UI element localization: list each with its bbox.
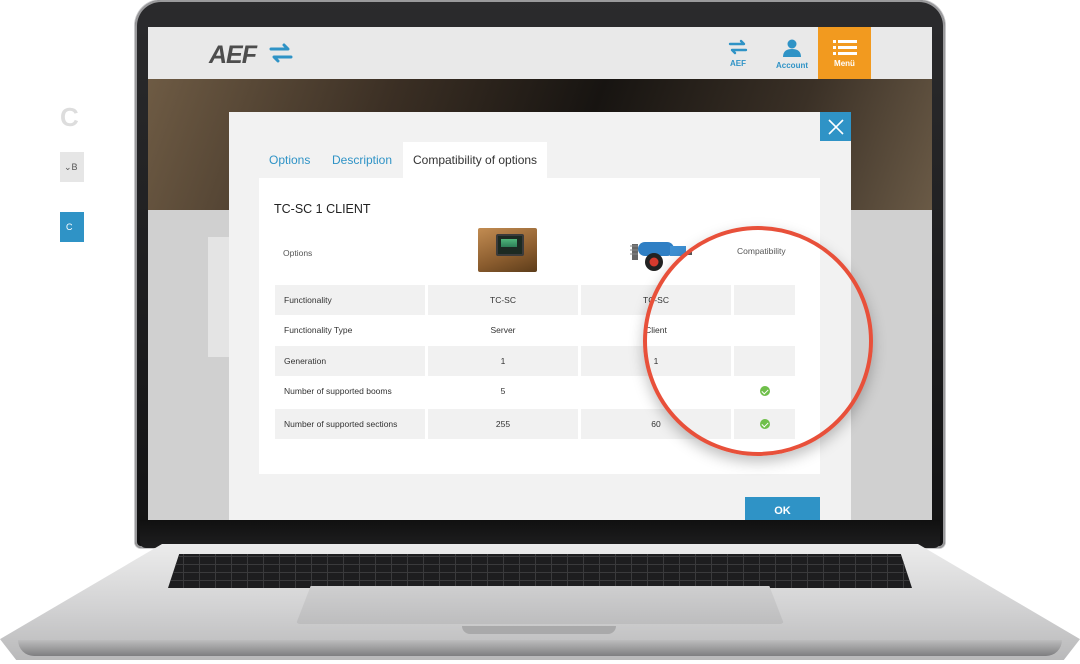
nav-account[interactable]: Account bbox=[768, 27, 816, 79]
logo[interactable]: AEF bbox=[209, 41, 257, 70]
highlight-circle bbox=[643, 226, 873, 456]
row-left-value: TC-SC bbox=[428, 285, 578, 315]
nav-menu-label: Menü bbox=[834, 59, 855, 68]
trackpad bbox=[296, 586, 784, 624]
nav-aef[interactable]: AEF bbox=[714, 27, 762, 79]
row-left-value: 5 bbox=[500, 386, 506, 396]
hamburger-icon bbox=[832, 40, 857, 55]
breadcrumb[interactable]: ⌄B bbox=[60, 152, 84, 182]
logo-swap-icon bbox=[269, 43, 293, 63]
column-header-options: Options bbox=[283, 248, 313, 258]
row-label: Number of supported booms bbox=[284, 386, 392, 396]
terminal-device-image bbox=[478, 228, 537, 272]
breadcrumb-text: B bbox=[71, 162, 78, 172]
nav-account-label: Account bbox=[776, 61, 808, 70]
terminal-screen bbox=[496, 234, 524, 256]
user-icon bbox=[783, 39, 801, 57]
close-icon bbox=[827, 119, 844, 135]
nav-aef-label: AEF bbox=[730, 59, 746, 68]
laptop-front-notch bbox=[462, 626, 616, 634]
row-left-value: 255 bbox=[428, 409, 578, 439]
panel-title: TC-SC 1 CLIENT bbox=[274, 202, 371, 216]
site-header: AEF AEF Account Menü bbox=[148, 27, 932, 79]
row-left-value: Server bbox=[490, 325, 516, 335]
tab-description[interactable]: Description bbox=[322, 142, 402, 178]
tab-compatibility-of-options[interactable]: Compatibility of options bbox=[403, 142, 548, 178]
content-bar-left[interactable]: C bbox=[60, 212, 84, 242]
nav-menu[interactable]: Menü bbox=[818, 27, 871, 79]
row-left-value: 1 bbox=[428, 346, 578, 376]
keyboard bbox=[168, 554, 912, 588]
row-label: Functionality Type bbox=[284, 325, 353, 335]
laptop-hinge bbox=[140, 520, 940, 548]
laptop-base-edge bbox=[18, 640, 1062, 656]
ok-button[interactable]: OK bbox=[745, 497, 820, 520]
hero-title: C bbox=[60, 102, 79, 132]
tab-options[interactable]: Options bbox=[259, 142, 320, 178]
close-button[interactable] bbox=[820, 112, 851, 141]
row-label: Number of supported sections bbox=[275, 409, 425, 439]
row-label: Functionality bbox=[275, 285, 425, 315]
row-label: Generation bbox=[275, 346, 425, 376]
swap-arrows-icon bbox=[728, 39, 748, 55]
